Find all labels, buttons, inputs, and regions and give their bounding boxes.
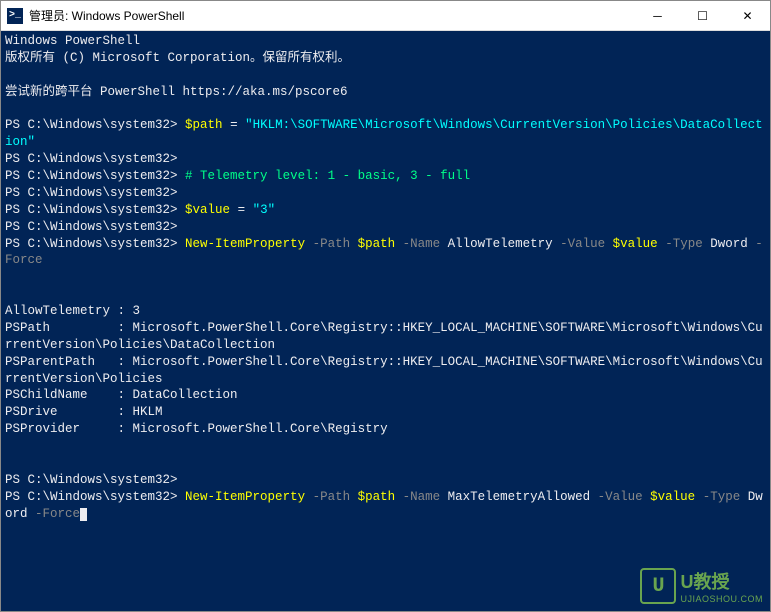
titlebar[interactable]: >_ 管理员: Windows PowerShell ─ ☐ ✕ xyxy=(1,1,770,31)
powershell-icon: >_ xyxy=(7,8,23,24)
param: -Name xyxy=(395,237,448,251)
minimize-button[interactable]: ─ xyxy=(635,1,680,30)
variable: $path xyxy=(185,118,223,132)
output-key: AllowTelemetry : xyxy=(5,304,125,318)
variable: $value xyxy=(650,490,695,504)
output-value: DataCollection xyxy=(125,388,238,402)
output-key: PSPath : xyxy=(5,321,125,335)
comment: # Telemetry level: 1 - basic, 3 - full xyxy=(185,169,470,183)
string-literal: "3" xyxy=(253,203,276,217)
param: -Path xyxy=(305,237,358,251)
banner-line: 尝试新的跨平台 PowerShell https://aka.ms/pscore… xyxy=(5,85,348,99)
variable: $path xyxy=(358,490,396,504)
window-controls: ─ ☐ ✕ xyxy=(635,1,770,30)
terminal-output[interactable]: Windows PowerShell 版权所有 (C) Microsoft Co… xyxy=(1,31,770,524)
param: -Path xyxy=(305,490,358,504)
param: -Name xyxy=(395,490,448,504)
variable: $value xyxy=(613,237,658,251)
cmdlet: New-ItemProperty xyxy=(185,237,305,251)
output-key: PSParentPath : xyxy=(5,355,125,369)
param-value: Dword xyxy=(710,237,748,251)
watermark-url: UJIAOSHOU.COM xyxy=(680,594,763,604)
window-title: 管理员: Windows PowerShell xyxy=(29,7,635,24)
prompt: PS C:\Windows\system32> xyxy=(5,152,178,166)
cmdlet: New-ItemProperty xyxy=(185,490,305,504)
output-value: 3 xyxy=(125,304,140,318)
variable: $path xyxy=(358,237,396,251)
prompt: PS C:\Windows\system32> xyxy=(5,220,178,234)
param: -Force xyxy=(28,507,81,521)
output-key: PSProvider : xyxy=(5,422,125,436)
prompt: PS C:\Windows\system32> xyxy=(5,473,178,487)
output-key: PSDrive : xyxy=(5,405,125,419)
prompt: PS C:\Windows\system32> xyxy=(5,186,178,200)
operator: = xyxy=(223,118,246,132)
watermark: U U教授 UJIAOSHOU.COM xyxy=(640,568,763,604)
prompt: PS C:\Windows\system32> xyxy=(5,169,178,183)
watermark-icon: U xyxy=(640,568,676,604)
cursor xyxy=(80,508,87,521)
param-value: AllowTelemetry xyxy=(448,237,553,251)
prompt: PS C:\Windows\system32> xyxy=(5,237,178,251)
watermark-text: U教授 UJIAOSHOU.COM xyxy=(680,568,763,604)
param: -Value xyxy=(590,490,650,504)
maximize-button[interactable]: ☐ xyxy=(680,1,725,30)
output-value: Microsoft.PowerShell.Core\Registry xyxy=(125,422,388,436)
prompt: PS C:\Windows\system32> xyxy=(5,118,178,132)
prompt: PS C:\Windows\system32> xyxy=(5,203,178,217)
banner-line: Windows PowerShell xyxy=(5,34,140,48)
param: -Type xyxy=(695,490,748,504)
powershell-window: >_ 管理员: Windows PowerShell ─ ☐ ✕ Windows… xyxy=(0,0,771,612)
variable: $value xyxy=(185,203,230,217)
param: -Value xyxy=(553,237,613,251)
close-button[interactable]: ✕ xyxy=(725,1,770,30)
operator: = xyxy=(230,203,253,217)
watermark-name: U教授 xyxy=(680,568,763,594)
param: -Type xyxy=(658,237,711,251)
banner-line: 版权所有 (C) Microsoft Corporation。保留所有权利。 xyxy=(5,51,350,65)
output-key: PSChildName : xyxy=(5,388,125,402)
prompt: PS C:\Windows\system32> xyxy=(5,490,178,504)
param-value: MaxTelemetryAllowed xyxy=(448,490,591,504)
output-value: HKLM xyxy=(125,405,163,419)
